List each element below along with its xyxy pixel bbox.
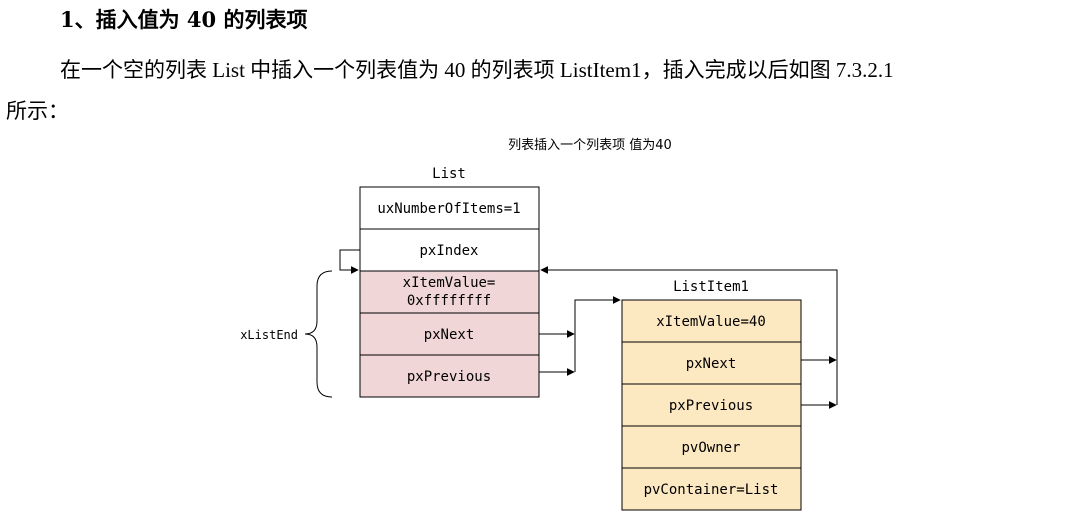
index-pointer-arrow: [339, 249, 360, 274]
list-end-label: xListEnd: [240, 328, 298, 342]
to-item-arrow: [574, 296, 621, 372]
item-value-text: xItemValue=40: [656, 314, 766, 330]
list-end-value-text-1: xItemValue=: [403, 275, 496, 291]
list-end-value-text-2: 0xffffffff: [407, 293, 491, 309]
item-previous-text: pxPrevious: [669, 398, 753, 414]
diagram-caption: 列表插入一个列表项 值为40: [508, 137, 672, 153]
list-number-of-items-text: uxNumberOfItems=1: [377, 201, 520, 217]
list-label: List: [432, 166, 466, 182]
list-end-next-text: pxNext: [424, 327, 475, 343]
item-next-text: pxNext: [686, 356, 737, 372]
item-label: ListItem1: [673, 279, 749, 295]
item-container-text: pvContainer=List: [644, 482, 779, 498]
list-insert-diagram: 列表插入一个列表项 值为40 List uxNumberOfItems=1 px…: [240, 137, 838, 511]
list-index-text: pxIndex: [419, 243, 478, 259]
list-end-brace: [304, 270, 333, 398]
item-owner-text: pvOwner: [681, 440, 740, 456]
list-end-previous-text: pxPrevious: [407, 369, 491, 385]
